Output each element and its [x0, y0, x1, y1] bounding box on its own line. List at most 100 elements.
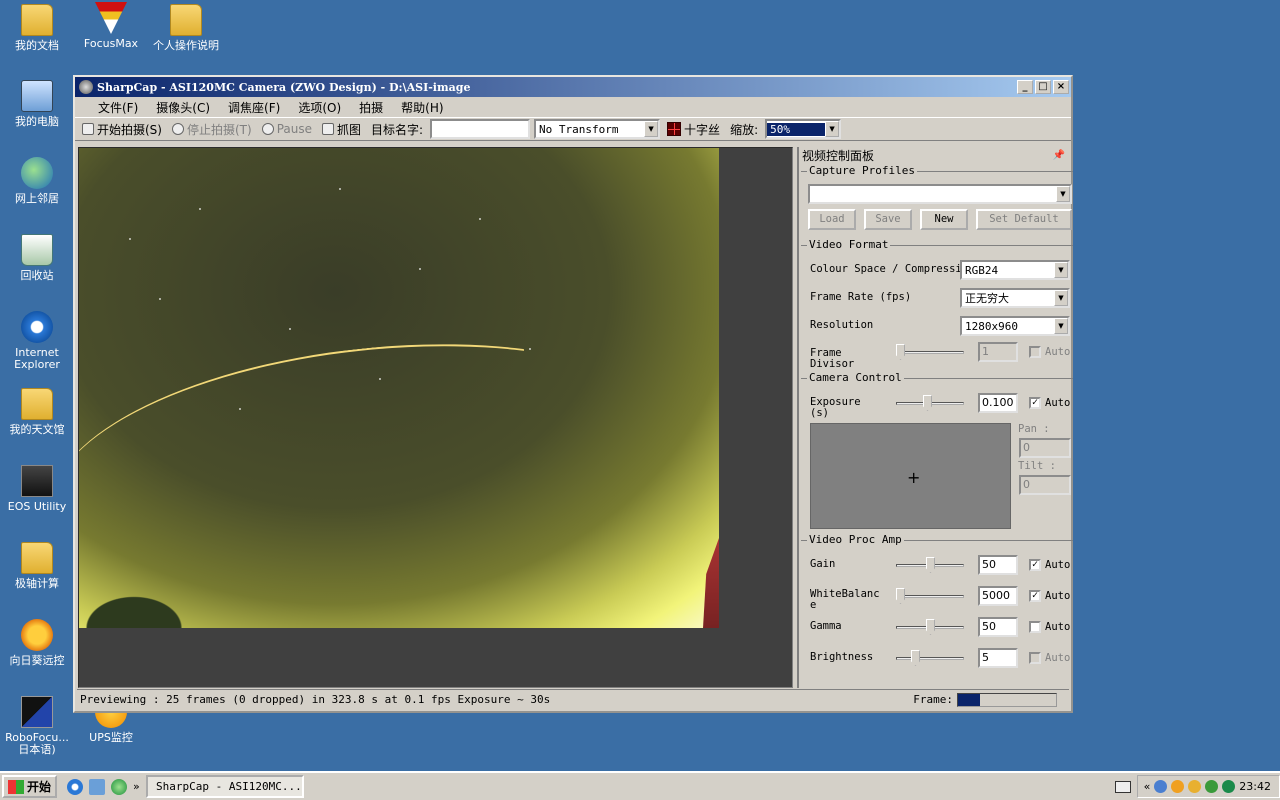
stop-icon	[171, 123, 184, 135]
brightness-input[interactable]: 5	[978, 648, 1018, 668]
slider-thumb[interactable]	[923, 395, 932, 411]
gamma-label: Gamma	[810, 620, 842, 632]
frame-divisor-auto-checkbox[interactable]: Auto	[1029, 346, 1070, 358]
preview-viewport[interactable]	[78, 147, 793, 688]
star	[129, 238, 131, 240]
desktop-icon-my-documents[interactable]: 我的文档	[0, 4, 74, 52]
whitebalance-input[interactable]: 5000	[978, 586, 1018, 606]
clock[interactable]: 23:42	[1239, 780, 1271, 793]
whitebalance-label: WhiteBalance	[810, 588, 880, 611]
pan-input[interactable]: 0	[1019, 438, 1071, 458]
desktop-icon-planetarium[interactable]: 我的天文馆	[0, 388, 74, 436]
frame-rate-select[interactable]: 正无穷大 ▼	[960, 288, 1070, 308]
chevron-down-icon[interactable]: ▼	[1054, 290, 1068, 306]
desktop-icon-my-computer[interactable]: 我的电脑	[0, 80, 74, 128]
chevron-down-icon[interactable]: ▼	[1054, 318, 1068, 334]
quick-launch-more-icon[interactable]: »	[133, 780, 140, 793]
exposure-auto-checkbox[interactable]: ✓ Auto	[1029, 397, 1070, 409]
menu-file[interactable]: 文件(F)	[89, 97, 147, 118]
start-button[interactable]: 开始	[2, 775, 58, 798]
pan-tilt-pad[interactable]: +	[810, 423, 1011, 529]
menu-options[interactable]: 选项(O)	[289, 97, 350, 118]
resolution-select[interactable]: 1280x960 ▼	[960, 316, 1070, 336]
title-bar[interactable]: SharpCap - ASI120MC Camera (ZWO Design) …	[75, 77, 1071, 97]
desktop-icon-recycle-bin[interactable]: 回收站	[0, 234, 74, 282]
maximize-button[interactable]: □	[1035, 80, 1051, 94]
security-tray-icon[interactable]	[1205, 780, 1219, 793]
gain-input[interactable]: 50	[978, 555, 1018, 575]
menu-camera[interactable]: 摄像头(C)	[147, 97, 219, 118]
exposure-slider[interactable]	[896, 395, 964, 411]
whitebalance-slider[interactable]	[896, 588, 964, 604]
capture-profile-select[interactable]: ▼	[808, 184, 1072, 204]
snapshot-icon	[321, 123, 334, 135]
tilt-input[interactable]: 0	[1019, 475, 1071, 495]
gain-label: Gain	[810, 558, 836, 570]
desktop-icon-eos-utility[interactable]: EOS Utility	[0, 465, 74, 513]
slider-thumb[interactable]	[926, 557, 935, 573]
gamma-auto-checkbox[interactable]: Auto	[1029, 621, 1070, 633]
camera-control-group: Camera Control Exposure (s) 0.100 ✓ Auto…	[801, 371, 1073, 534]
pin-icon[interactable]: 📌	[1053, 150, 1065, 161]
frame-divisor-label: Frame Divisor	[810, 347, 855, 370]
desktop-icon-focusmax[interactable]: FocusMax	[74, 2, 148, 50]
chevron-down-icon[interactable]: ▼	[644, 121, 659, 137]
checkbox-label: Auto	[1045, 346, 1071, 358]
slider-thumb[interactable]	[911, 650, 920, 666]
show-desktop-icon[interactable]	[89, 778, 106, 795]
folder-icon	[170, 4, 202, 36]
browser-icon[interactable]	[111, 778, 128, 795]
desktop-icon-robofocus[interactable]: RoboFocu... 日本语)	[0, 696, 74, 756]
save-profile-button[interactable]: Save	[864, 209, 912, 230]
gamma-slider[interactable]	[896, 619, 964, 635]
crosshair-toggle[interactable]: 十字丝	[664, 121, 723, 138]
start-capture-button[interactable]: 开始拍摄(S)	[79, 121, 165, 138]
whitebalance-auto-checkbox[interactable]: ✓ Auto	[1029, 590, 1070, 602]
transform-select[interactable]: No Transform ▼	[534, 119, 661, 139]
menu-focuser[interactable]: 调焦座(F)	[219, 97, 289, 118]
zoom-select[interactable]: 50% ▼	[765, 119, 842, 139]
load-profile-button[interactable]: Load	[808, 209, 856, 230]
stop-capture-label: 停止拍摄(T)	[186, 122, 252, 137]
slider-thumb[interactable]	[926, 619, 935, 635]
menu-capture[interactable]: 拍摄	[350, 97, 392, 118]
internet-explorer-icon[interactable]	[67, 778, 84, 795]
brightness-auto-checkbox[interactable]: Auto	[1029, 652, 1070, 664]
desktop-icon-sunflower[interactable]: 向日葵远控	[0, 619, 74, 667]
checkbox-label: Auto	[1045, 590, 1071, 602]
ups-tray-icon[interactable]	[1188, 780, 1202, 793]
star	[339, 188, 341, 190]
desktop-icon-manual[interactable]: 个人操作说明	[149, 4, 223, 52]
brightness-slider[interactable]	[896, 650, 964, 666]
frame-divisor-slider[interactable]	[896, 344, 964, 360]
gain-slider[interactable]	[896, 557, 964, 573]
frame-divisor-input[interactable]: 1	[978, 342, 1018, 362]
keyboard-icon[interactable]	[1114, 780, 1131, 793]
pause-button[interactable]: Pause	[259, 122, 315, 136]
minimize-button[interactable]: _	[1017, 80, 1033, 94]
stop-capture-button[interactable]: 停止拍摄(T)	[169, 121, 255, 138]
gain-auto-checkbox[interactable]: ✓ Auto	[1029, 559, 1070, 571]
sunflower-tray-icon[interactable]	[1171, 780, 1185, 793]
chevron-down-icon[interactable]: ▼	[825, 121, 840, 137]
slider-thumb[interactable]	[896, 344, 905, 360]
chevron-down-icon[interactable]: ▼	[1056, 186, 1070, 202]
set-default-profile-button[interactable]: Set Default	[976, 209, 1072, 230]
exposure-input[interactable]: 0.100	[978, 393, 1018, 413]
close-button[interactable]: ×	[1053, 80, 1069, 94]
chevron-down-icon[interactable]: ▼	[1054, 262, 1068, 278]
desktop-icon-network[interactable]: 网上邻居	[0, 157, 74, 205]
snapshot-button[interactable]: 抓图	[319, 121, 364, 138]
menu-help[interactable]: 帮助(H)	[392, 97, 452, 118]
slider-thumb[interactable]	[896, 588, 905, 604]
gamma-input[interactable]: 50	[978, 617, 1018, 637]
tray-expand-icon[interactable]: «	[1144, 780, 1151, 793]
new-profile-button[interactable]: New	[920, 209, 968, 230]
desktop-icon-ie[interactable]: Internet Explorer	[0, 311, 74, 371]
taskbar-item-sharpcap[interactable]: SharpCap - ASI120MC...	[145, 775, 304, 798]
desktop-icon-polar-align[interactable]: 极轴计算	[0, 542, 74, 590]
target-name-input[interactable]	[430, 119, 531, 139]
colour-space-select[interactable]: RGB24 ▼	[960, 260, 1070, 280]
update-tray-icon[interactable]	[1222, 780, 1236, 793]
network-tray-icon[interactable]	[1154, 780, 1168, 793]
